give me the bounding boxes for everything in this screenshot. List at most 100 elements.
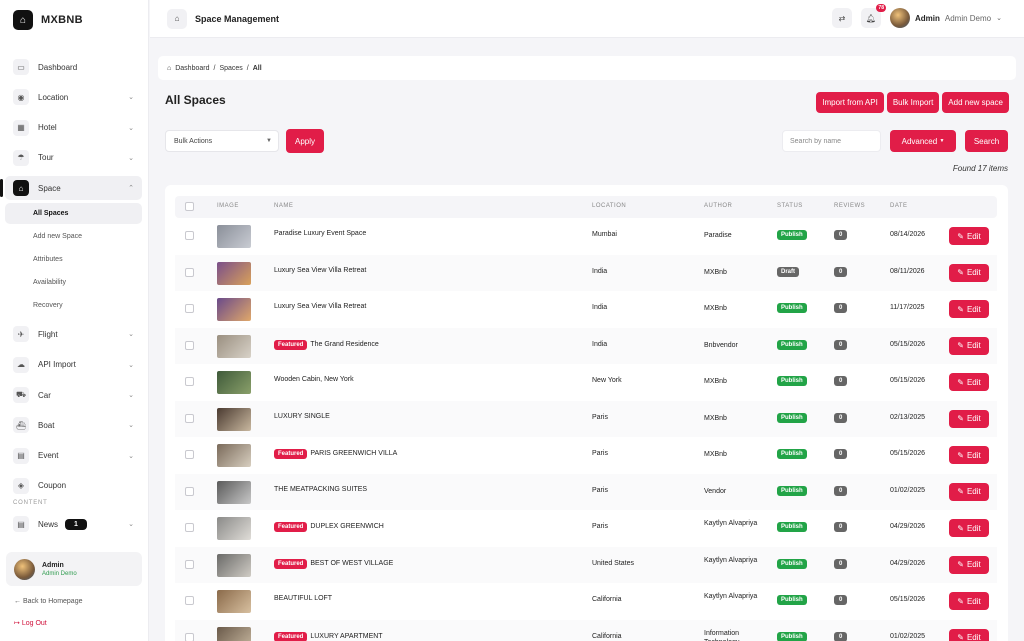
row-checkbox[interactable] <box>185 267 194 277</box>
space-author: Kaytlyn Alvapriya <box>704 520 758 527</box>
table-row: Featured DUPLEX GREENWICH Paris Kaytlyn Alv… <box>175 510 997 547</box>
subnav-item-attributes[interactable]: Attributes <box>5 249 142 270</box>
space-thumbnail[interactable] <box>217 334 251 358</box>
breadcrumb-spaces[interactable]: Spaces <box>219 65 242 72</box>
row-checkbox[interactable] <box>185 559 194 569</box>
edit-button[interactable]: ✎ Edit <box>949 409 989 428</box>
edit-button[interactable]: ✎ Edit <box>949 373 989 391</box>
space-name[interactable]: Luxury Sea View Villa Retreat <box>274 267 366 274</box>
breadcrumb-dashboard[interactable]: Dashboard <box>175 65 209 72</box>
sidebar-item-hotel[interactable]: ▦ Hotel ⌄ <box>5 116 142 140</box>
space-thumbnail[interactable] <box>217 590 251 613</box>
space-thumbnail[interactable] <box>217 444 251 467</box>
add-new-space-button[interactable]: Add new space <box>942 92 1009 113</box>
edit-button[interactable]: ✎ Edit <box>949 519 989 537</box>
space-name[interactable]: BEAUTIFUL LOFT <box>274 595 332 602</box>
logout-link[interactable]: ↦ Log Out <box>14 619 47 627</box>
space-name[interactable]: Featured BEST OF WEST VILLAGE <box>274 558 393 569</box>
space-name[interactable]: LUXURY SINGLE <box>274 413 330 420</box>
status-badge: Draft <box>777 266 800 277</box>
chevron-down-icon: ⌄ <box>128 124 134 132</box>
space-location: New York <box>592 377 622 384</box>
sidebar-item-news[interactable]: ▤ News 1 ⌄ <box>5 512 142 536</box>
brand[interactable]: ⌂ MXBNB <box>0 0 148 40</box>
space-thumbnail[interactable] <box>217 298 251 321</box>
subnav-item-add-new-space[interactable]: Add new Space <box>5 226 142 247</box>
row-checkbox[interactable] <box>185 413 194 423</box>
space-name[interactable]: Featured DUPLEX GREENWICH <box>274 522 384 532</box>
edit-button[interactable]: ✎ Edit <box>949 227 989 245</box>
row-checkbox[interactable] <box>185 632 194 641</box>
featured-badge: Featured <box>274 339 308 350</box>
back-to-homepage-link[interactable]: ← Back to Homepage <box>14 598 83 605</box>
space-name[interactable]: THE MEATPACKING SUITES <box>274 486 367 493</box>
space-name[interactable]: Featured The Grand Residence <box>274 339 379 350</box>
apply-button[interactable]: Apply <box>286 129 324 153</box>
sidebar-item-tour[interactable]: ☂ Tour ⌄ <box>5 146 142 170</box>
sidebar-item-coupon[interactable]: ◈ Coupon <box>5 474 142 498</box>
space-thumbnail[interactable] <box>217 517 251 540</box>
home-icon[interactable]: ⌂ <box>167 8 187 29</box>
space-name[interactable]: Luxury Sea View Villa Retreat <box>274 303 366 310</box>
sidebar-item-space[interactable]: ⌂ Space ⌃ <box>0 176 142 201</box>
search-button[interactable]: Search <box>965 130 1008 152</box>
bell-icon[interactable]: 🔔︎ 78 <box>860 4 886 28</box>
space-name[interactable]: Paradise Luxury Event Space <box>274 230 366 237</box>
space-name[interactable]: Featured LUXURY APARTMENT <box>274 631 383 641</box>
edit-button[interactable]: ✎ Edit <box>949 592 989 610</box>
space-thumbnail[interactable] <box>217 480 251 504</box>
import-from-api-button[interactable]: Import from API <box>816 92 884 113</box>
space-thumbnail[interactable] <box>217 407 251 431</box>
row-checkbox[interactable] <box>185 596 194 605</box>
sidebar-nav: ▭ Dashboard ◉ Location ⌄ ▦ Hotel ⌄ ☂ Tour ⌄ ⌂ Space ⌃… <box>0 55 142 543</box>
row-checkbox[interactable] <box>185 377 194 386</box>
sidebar-item-location[interactable]: ◉ Location ⌄ <box>5 85 142 109</box>
row-checkbox[interactable] <box>185 523 194 532</box>
space-thumbnail[interactable] <box>217 626 251 641</box>
space-thumbnail[interactable] <box>217 553 251 577</box>
search-input[interactable] <box>782 130 881 152</box>
edit-button[interactable]: ✎ Edit <box>949 336 989 355</box>
select-all-checkbox[interactable] <box>185 202 194 211</box>
space-thumbnail[interactable] <box>217 261 251 285</box>
edit-icon: ✎ <box>957 596 964 606</box>
space-author: Paradise <box>704 232 732 239</box>
edit-button[interactable]: ✎ Edit <box>949 482 989 501</box>
space-name-text: DUPLEX GREENWICH <box>310 523 384 530</box>
space-name[interactable]: Wooden Cabin, New York <box>274 376 354 383</box>
user-card[interactable]: Admin Admin Demo <box>6 552 142 586</box>
sidebar-item-label: Space <box>38 183 61 193</box>
table-row: Featured PARIS GREENWICH VILLA Paris MXBnb P… <box>175 437 997 474</box>
subnav-item-all-spaces[interactable]: All Spaces <box>5 203 142 225</box>
row-checkbox[interactable] <box>185 486 194 496</box>
edit-button[interactable]: ✎ Edit <box>949 263 989 282</box>
sidebar-item-event[interactable]: ▤ Event ⌄ <box>5 444 142 468</box>
edit-button[interactable]: ✎ Edit <box>949 446 989 464</box>
featured-badge: Featured <box>274 449 308 459</box>
edit-label: Edit <box>966 487 981 496</box>
bulk-actions-select[interactable]: Bulk Actions ▼ <box>165 130 279 152</box>
user-menu[interactable]: Admin Admin Demo ⌄ <box>889 8 1002 28</box>
chevron-down-icon: ⌄ <box>128 154 134 162</box>
subnav-item-availability[interactable]: Availability <box>5 272 142 293</box>
translate-icon[interactable]: ⇄ <box>831 8 852 28</box>
space-name[interactable]: Featured PARIS GREENWICH VILLA <box>274 449 397 459</box>
sidebar-item-api-import[interactable]: ☁ API Import ⌄ <box>5 353 142 377</box>
sidebar-item-car[interactable]: ⛟ Car ⌄ <box>5 383 142 407</box>
row-checkbox[interactable] <box>185 231 194 240</box>
advanced-button[interactable]: Advanced ▼ <box>890 130 956 152</box>
edit-button[interactable]: ✎ Edit <box>949 555 989 574</box>
row-checkbox[interactable] <box>185 304 194 313</box>
column-header-image: IMAGE <box>217 203 239 209</box>
space-thumbnail[interactable] <box>217 371 251 394</box>
row-checkbox[interactable] <box>185 340 194 350</box>
edit-button[interactable]: ✎ Edit <box>949 628 989 641</box>
edit-button[interactable]: ✎ Edit <box>949 300 989 318</box>
sidebar-item-boat[interactable]: ⛴ Boat ⌄ <box>5 413 142 437</box>
bulk-import-button[interactable]: Bulk Import <box>886 92 940 113</box>
row-checkbox[interactable] <box>185 450 194 459</box>
sidebar-item-dashboard[interactable]: ▭ Dashboard <box>5 55 142 79</box>
space-thumbnail[interactable] <box>217 225 251 248</box>
subnav-item-recovery[interactable]: Recovery <box>5 295 142 316</box>
sidebar-item-flight[interactable]: ✈ Flight ⌄ <box>5 322 142 346</box>
